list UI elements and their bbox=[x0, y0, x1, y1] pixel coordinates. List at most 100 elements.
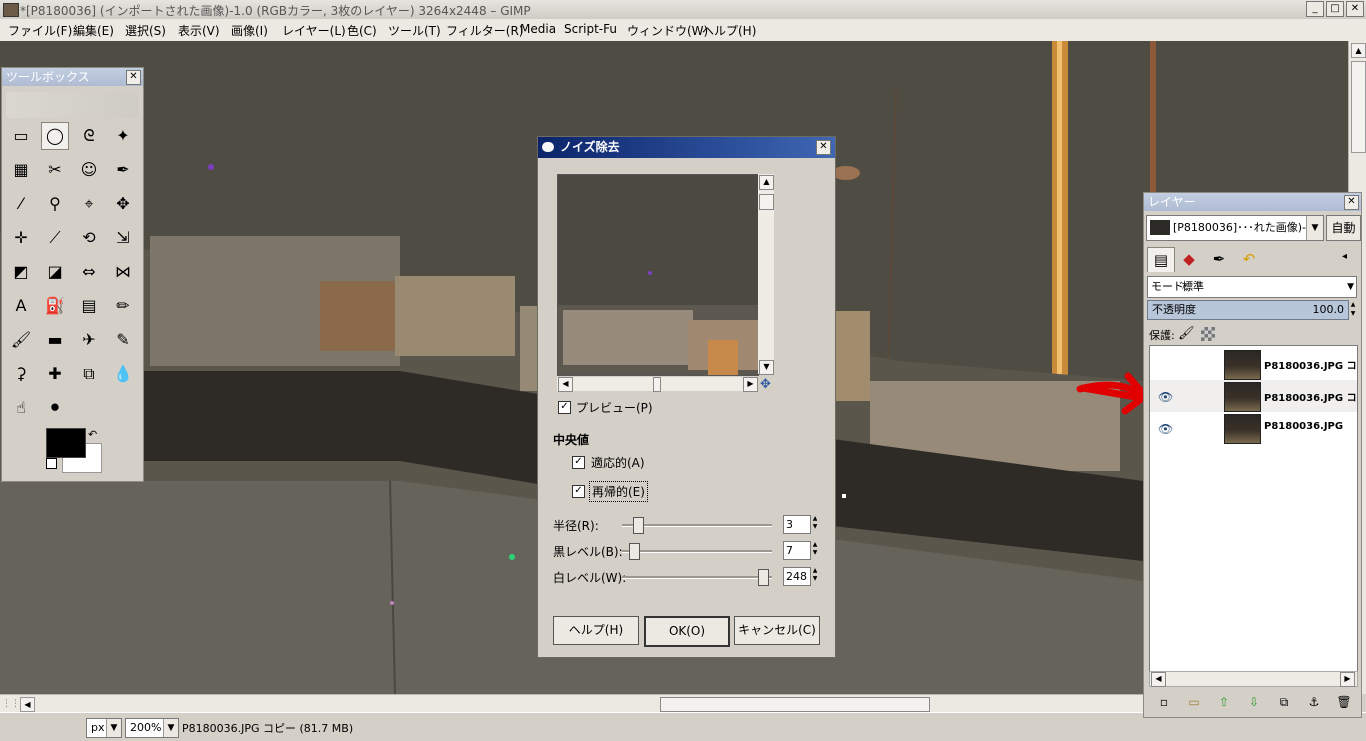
perspective-icon[interactable]: ◪ bbox=[41, 258, 69, 286]
anchor-layer-icon[interactable]: ⚓ bbox=[1304, 693, 1324, 711]
radius-slider-handle[interactable] bbox=[633, 517, 645, 534]
tab-layers[interactable]: ▤ bbox=[1147, 247, 1175, 272]
black-level-slider-handle[interactable] bbox=[629, 543, 640, 560]
scroll-left-icon[interactable]: ◀ bbox=[558, 377, 573, 392]
swap-colors-icon[interactable]: ↶ bbox=[88, 428, 97, 441]
black-level-spin[interactable]: 7 bbox=[783, 541, 811, 560]
color-picker-icon[interactable]: ⁄ bbox=[7, 190, 35, 218]
menu-help[interactable]: ヘルプ(H) bbox=[702, 22, 756, 39]
spin-arrows-icon[interactable]: ▲ ▼ bbox=[810, 567, 820, 584]
white-level-spin[interactable]: 248 bbox=[783, 567, 811, 586]
new-layer-group-icon[interactable]: ▭ bbox=[1184, 693, 1204, 711]
canvas-horizontal-scrollbar[interactable]: ⋮⋮ ◀ bbox=[0, 694, 1143, 713]
tab-channels[interactable]: ◆ bbox=[1176, 247, 1202, 271]
menu-filters[interactable]: フィルター(R) bbox=[446, 22, 523, 39]
airbrush-icon[interactable]: ✈ bbox=[75, 326, 103, 354]
foreground-color-swatch[interactable] bbox=[46, 428, 86, 458]
menu-view[interactable]: 表示(V) bbox=[178, 22, 220, 39]
menu-layer[interactable]: レイヤー(L) bbox=[282, 22, 346, 39]
text-icon[interactable]: A bbox=[7, 292, 35, 320]
paths-icon[interactable]: ✒ bbox=[109, 156, 137, 184]
spin-arrows-icon[interactable]: ▲ ▼ bbox=[810, 515, 820, 532]
cage-icon[interactable]: ⋈ bbox=[109, 258, 137, 286]
spin-arrows-icon[interactable]: ▲ ▼ bbox=[1348, 300, 1358, 318]
navigate-preview-icon[interactable]: ✥ bbox=[760, 377, 771, 392]
preview-vscroll-thumb[interactable] bbox=[759, 194, 774, 210]
scroll-right-icon[interactable]: ▶ bbox=[743, 377, 758, 392]
zoom-icon[interactable]: ⚲ bbox=[41, 190, 69, 218]
white-level-slider[interactable] bbox=[622, 576, 772, 579]
black-level-slider[interactable] bbox=[622, 550, 772, 553]
scroll-left-icon[interactable]: ◀ bbox=[1151, 672, 1166, 687]
smudge-icon[interactable]: ☝ bbox=[7, 394, 35, 422]
radius-spin[interactable]: 3 bbox=[783, 515, 811, 534]
blend-icon[interactable]: ▤ bbox=[75, 292, 103, 320]
navigate-icon[interactable]: ⋮⋮ bbox=[2, 699, 20, 709]
layer-row[interactable]: 👁 P8180036.JPG bbox=[1150, 412, 1357, 444]
pencil-icon[interactable]: ✏ bbox=[109, 292, 137, 320]
eraser-icon[interactable]: ▬ bbox=[41, 326, 69, 354]
cancel-button[interactable]: キャンセル(C) bbox=[734, 616, 820, 645]
blur-icon[interactable]: 💧 bbox=[109, 360, 137, 388]
rotate-icon[interactable]: ⟲ bbox=[75, 224, 103, 252]
ok-button[interactable]: OK(O) bbox=[644, 616, 730, 647]
ink-icon[interactable]: ✎ bbox=[109, 326, 137, 354]
shear-icon[interactable]: ◩ bbox=[7, 258, 35, 286]
crop-icon[interactable]: ⟋ bbox=[41, 224, 69, 252]
lower-layer-icon[interactable]: ⇩ bbox=[1244, 693, 1264, 711]
tab-paths[interactable]: ✒ bbox=[1206, 247, 1232, 271]
menu-media[interactable]: Media bbox=[520, 22, 556, 36]
maximize-button[interactable]: □ bbox=[1326, 1, 1344, 17]
dialog-close-button[interactable]: ✕ bbox=[816, 140, 831, 155]
duplicate-layer-icon[interactable]: ⧉ bbox=[1274, 693, 1294, 711]
preview-checkbox[interactable]: ✓ bbox=[558, 401, 571, 414]
delete-layer-icon[interactable]: 🗑 bbox=[1334, 693, 1354, 711]
radius-slider[interactable] bbox=[622, 524, 772, 527]
menu-image[interactable]: 画像(I) bbox=[231, 22, 268, 39]
adaptive-checkbox[interactable]: ✓ bbox=[572, 456, 585, 469]
scissors-icon[interactable]: ✂ bbox=[41, 156, 69, 184]
default-colors-icon[interactable] bbox=[46, 458, 57, 469]
menu-colors[interactable]: 色(C) bbox=[347, 22, 377, 39]
wilber-drop-area[interactable] bbox=[6, 92, 138, 118]
scroll-up-icon[interactable]: ▲ bbox=[1351, 43, 1366, 58]
measure-icon[interactable]: ⌖ bbox=[75, 190, 103, 218]
vertical-scroll-thumb[interactable] bbox=[1351, 61, 1366, 153]
rect-select-icon[interactable]: ▭ bbox=[7, 122, 35, 150]
scale-icon[interactable]: ⇲ bbox=[109, 224, 137, 252]
clone-icon[interactable]: ⚳ bbox=[7, 360, 35, 388]
unit-combo[interactable]: px ▼ bbox=[86, 718, 122, 738]
preview-horizontal-scrollbar[interactable]: ◀ ▶ bbox=[557, 377, 758, 392]
free-select-icon[interactable]: ᘓ bbox=[75, 122, 103, 150]
raise-layer-icon[interactable]: ⇧ bbox=[1214, 693, 1234, 711]
lock-pixels-icon[interactable]: 🖌 bbox=[1178, 326, 1195, 341]
paintbrush-icon[interactable]: 🖌 bbox=[7, 326, 35, 354]
spin-arrows-icon[interactable]: ▲ ▼ bbox=[810, 541, 820, 558]
layer-row[interactable]: 👁 P8180036.JPG コピ bbox=[1150, 380, 1357, 412]
white-level-slider-handle[interactable] bbox=[757, 569, 769, 586]
flip-icon[interactable]: ⇔ bbox=[75, 258, 103, 286]
ellipse-select-icon[interactable]: ◯ bbox=[41, 122, 69, 150]
toolbox-close-button[interactable]: ✕ bbox=[126, 70, 141, 85]
menu-select[interactable]: 選択(S) bbox=[125, 22, 166, 39]
close-button[interactable]: ✕ bbox=[1346, 1, 1364, 17]
mode-combo[interactable]: モード: 標準 ▼ bbox=[1147, 276, 1357, 298]
menu-file[interactable]: ファイル(F) bbox=[8, 22, 72, 39]
scroll-left-icon[interactable]: ◀ bbox=[20, 697, 35, 712]
align-icon[interactable]: ✛ bbox=[7, 224, 35, 252]
move-icon[interactable]: ✥ bbox=[109, 190, 137, 218]
layer-row[interactable]: P8180036.JPG コピ bbox=[1150, 348, 1357, 380]
bucket-fill-icon[interactable]: ⛽ bbox=[41, 292, 69, 320]
perspective-clone-icon[interactable]: ⧉ bbox=[75, 360, 103, 388]
fuzzy-select-icon[interactable]: ✦ bbox=[109, 122, 137, 150]
preview-area[interactable] bbox=[557, 174, 759, 376]
auto-button[interactable]: 自動 bbox=[1326, 215, 1361, 241]
horizontal-scroll-thumb[interactable] bbox=[660, 697, 930, 712]
opacity-slider[interactable]: 不透明度 100.0 bbox=[1147, 300, 1349, 320]
minimize-button[interactable]: _ bbox=[1306, 1, 1324, 17]
scroll-right-icon[interactable]: ▶ bbox=[1340, 672, 1355, 687]
scroll-down-icon[interactable]: ▼ bbox=[759, 360, 774, 375]
heal-icon[interactable]: ✚ bbox=[41, 360, 69, 388]
eye-icon[interactable]: 👁 bbox=[1158, 390, 1173, 404]
new-layer-icon[interactable]: ▫ bbox=[1154, 693, 1174, 711]
